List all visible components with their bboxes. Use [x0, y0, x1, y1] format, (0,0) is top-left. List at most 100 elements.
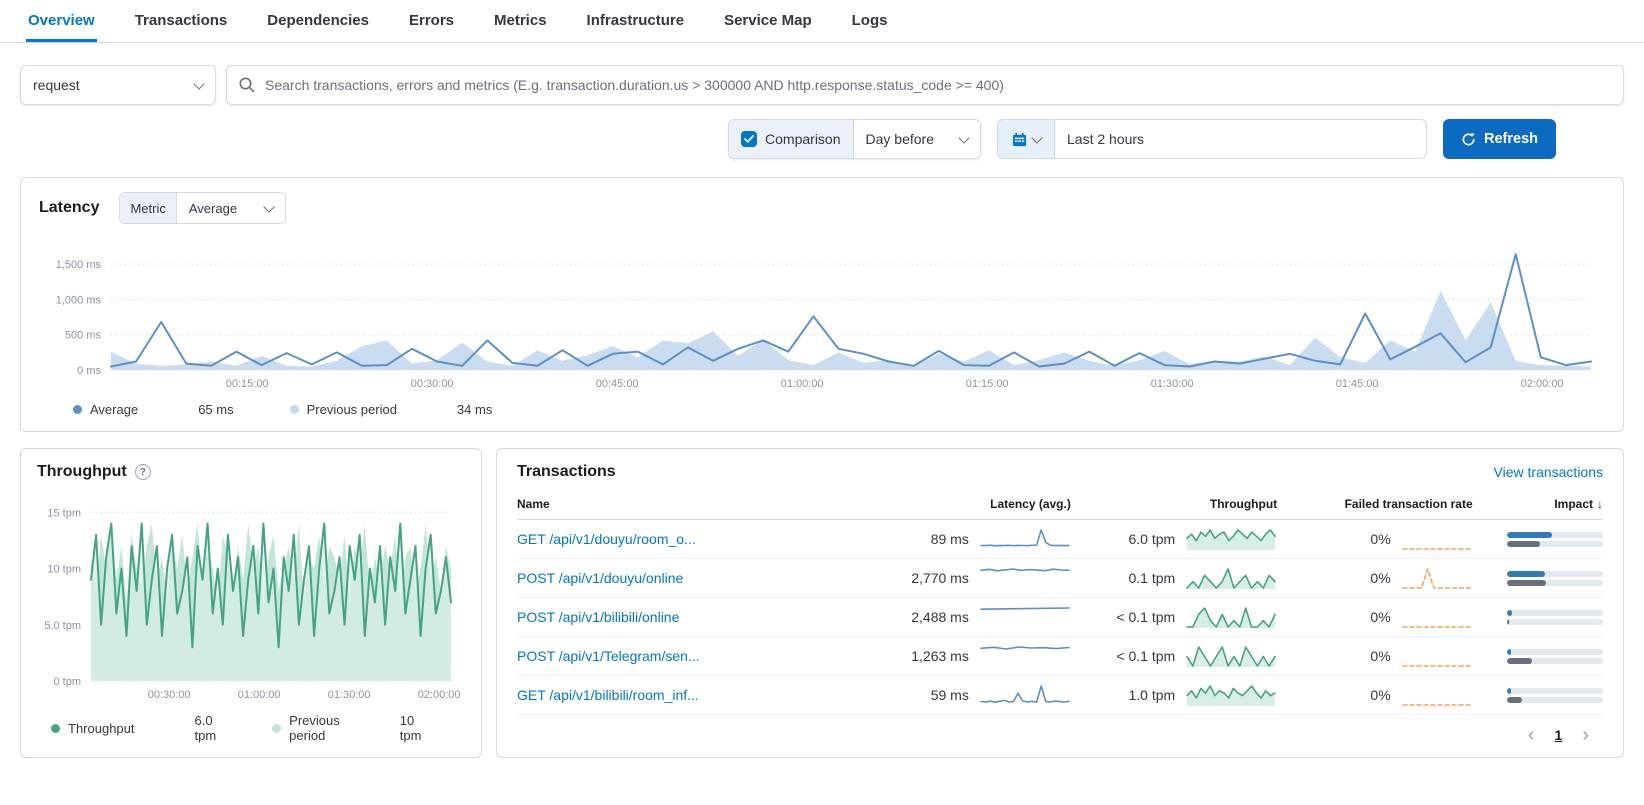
- table-header-row: Name Latency (avg.) Throughput Failed tr…: [517, 489, 1603, 520]
- comparison-checkbox[interactable]: Comparison: [729, 120, 853, 158]
- table-row: POST /api/v1/douyu/online 2,770 ms 0.1 t…: [517, 558, 1603, 598]
- apm-overview-page: Overview Transactions Dependencies Error…: [0, 0, 1644, 758]
- legend-label: Throughput: [68, 720, 135, 736]
- latency-metric-control: Metric Average: [119, 192, 287, 224]
- failed-rate-sparkline: [1401, 604, 1473, 630]
- failed-rate-sparkline: [1401, 526, 1473, 552]
- pagination-next-icon[interactable]: ›: [1582, 725, 1589, 745]
- legend-dot-previous: [272, 723, 282, 733]
- svg-text:02:00:00: 02:00:00: [418, 689, 461, 701]
- legend-item-previous-period[interactable]: Previous period 34 ms: [289, 402, 493, 417]
- tab-overview[interactable]: Overview: [26, 0, 97, 42]
- failed-rate-sparkline: [1401, 643, 1473, 669]
- table-row: POST /api/v1/bilibili/online 2,488 ms < …: [517, 597, 1603, 637]
- impact-bar: [1507, 609, 1603, 625]
- time-controls: Comparison Day before Last 2 hours Refre…: [0, 119, 1644, 159]
- bottom-panels: Throughput ? 0 tpm 5.0 tpm 10 tpm 15 tpm 00:…: [20, 448, 1624, 758]
- transaction-link[interactable]: POST /api/v1/douyu/online: [517, 570, 817, 586]
- tab-errors[interactable]: Errors: [407, 0, 456, 42]
- tab-logs[interactable]: Logs: [850, 0, 890, 42]
- throughput-sparkline: [1185, 682, 1277, 708]
- latency-value: 2,770 ms: [911, 570, 969, 586]
- refresh-button[interactable]: Refresh: [1443, 119, 1556, 159]
- search-scope-select[interactable]: request: [20, 65, 216, 105]
- legend-item-average[interactable]: Average 65 ms: [73, 402, 234, 417]
- latency-value: 59 ms: [930, 687, 969, 703]
- column-impact[interactable]: Impact ↓: [1472, 489, 1603, 520]
- transactions-title: Transactions: [517, 463, 616, 480]
- svg-text:01:00:00: 01:00:00: [781, 378, 824, 390]
- search-icon: [239, 77, 255, 93]
- svg-text:00:30:00: 00:30:00: [411, 378, 454, 390]
- sort-desc-icon: ↓: [1597, 497, 1603, 511]
- tab-dependencies[interactable]: Dependencies: [265, 0, 371, 42]
- refresh-label: Refresh: [1484, 131, 1538, 147]
- column-failed-rate[interactable]: Failed transaction rate: [1277, 489, 1473, 520]
- chevron-down-icon: [958, 131, 970, 144]
- throughput-value: 1.0 tpm: [1128, 687, 1176, 703]
- transactions-table: Name Latency (avg.) Throughput Failed tr…: [517, 489, 1603, 715]
- latency-sparkline: [979, 682, 1071, 708]
- latency-value: 89 ms: [930, 531, 969, 547]
- time-range-input[interactable]: [1055, 119, 1427, 159]
- svg-text:00:30:00: 00:30:00: [148, 689, 191, 701]
- comparison-period-select[interactable]: Day before: [852, 120, 980, 158]
- view-transactions-link[interactable]: View transactions: [1494, 464, 1603, 480]
- legend-label: Average: [90, 402, 139, 417]
- tab-infrastructure[interactable]: Infrastructure: [585, 0, 687, 42]
- svg-text:5.0 tpm: 5.0 tpm: [44, 620, 81, 632]
- chevron-down-icon: [1030, 131, 1043, 144]
- throughput-value: 6.0 tpm: [1128, 531, 1176, 547]
- throughput-panel: Throughput ? 0 tpm 5.0 tpm 10 tpm 15 tpm 00:…: [20, 448, 482, 758]
- legend-value: 34 ms: [456, 402, 493, 417]
- svg-text:15 tpm: 15 tpm: [47, 507, 81, 519]
- transaction-link[interactable]: GET /api/v1/bilibili/room_inf...: [517, 687, 817, 703]
- comparison-period-value: Day before: [865, 131, 934, 147]
- svg-text:02:00:00: 02:00:00: [1521, 378, 1564, 390]
- failed-rate-value: 0%: [1370, 687, 1391, 703]
- failed-rate-value: 0%: [1370, 609, 1391, 625]
- legend-item-previous-period[interactable]: Previous period 10 tpm: [272, 713, 421, 743]
- svg-text:01:45:00: 01:45:00: [1336, 378, 1379, 390]
- tab-metrics[interactable]: Metrics: [492, 0, 549, 42]
- date-picker-button[interactable]: [997, 119, 1055, 159]
- help-icon[interactable]: ?: [134, 464, 151, 480]
- svg-text:0 ms: 0 ms: [77, 365, 101, 377]
- legend-item-throughput[interactable]: Throughput 6.0 tpm: [51, 713, 216, 743]
- svg-text:10 tpm: 10 tpm: [47, 564, 81, 576]
- svg-text:01:15:00: 01:15:00: [966, 378, 1009, 390]
- impact-bar: [1507, 648, 1603, 664]
- legend-value: 65 ms: [198, 402, 234, 417]
- svg-text:1,000 ms: 1,000 ms: [56, 294, 102, 306]
- metric-label: Metric: [120, 193, 176, 223]
- pagination: ‹ 1 ›: [517, 715, 1603, 751]
- tab-transactions[interactable]: Transactions: [133, 0, 230, 42]
- legend-value: 10 tpm: [399, 713, 422, 743]
- svg-text:500 ms: 500 ms: [65, 330, 102, 342]
- search-bar: request: [20, 65, 1624, 105]
- throughput-legend: Throughput 6.0 tpm Previous period 10 tp…: [37, 703, 465, 749]
- legend-value: 6.0 tpm: [194, 713, 217, 743]
- svg-text:01:30:00: 01:30:00: [1151, 378, 1194, 390]
- svg-text:01:00:00: 01:00:00: [238, 689, 281, 701]
- column-name[interactable]: Name: [517, 489, 843, 520]
- chevron-down-icon: [263, 200, 275, 213]
- search-input[interactable]: [226, 65, 1624, 105]
- transaction-link[interactable]: GET /api/v1/douyu/room_o...: [517, 531, 817, 547]
- pagination-prev-icon[interactable]: ‹: [1528, 725, 1535, 745]
- column-latency[interactable]: Latency (avg.): [842, 489, 1071, 520]
- transaction-link[interactable]: POST /api/v1/Telegram/sen...: [517, 648, 817, 664]
- column-throughput[interactable]: Throughput: [1070, 489, 1278, 520]
- svg-text:01:30:00: 01:30:00: [328, 689, 371, 701]
- transaction-link[interactable]: POST /api/v1/bilibili/online: [517, 609, 817, 625]
- table-row: GET /api/v1/bilibili/room_inf... 59 ms 1…: [517, 675, 1603, 715]
- column-impact-label: Impact: [1554, 497, 1593, 511]
- tab-service-map[interactable]: Service Map: [722, 0, 814, 42]
- throughput-value: 0.1 tpm: [1128, 570, 1176, 586]
- impact-bar: [1507, 570, 1603, 586]
- latency-metric-select[interactable]: Average: [175, 193, 286, 223]
- pagination-page-1[interactable]: 1: [1555, 727, 1563, 743]
- latency-chart: 0 ms 500 ms 1,000 ms 1,500 ms 00:15:00 00:30:…: [39, 240, 1605, 392]
- latency-sparkline: [979, 604, 1071, 630]
- refresh-icon: [1462, 132, 1475, 145]
